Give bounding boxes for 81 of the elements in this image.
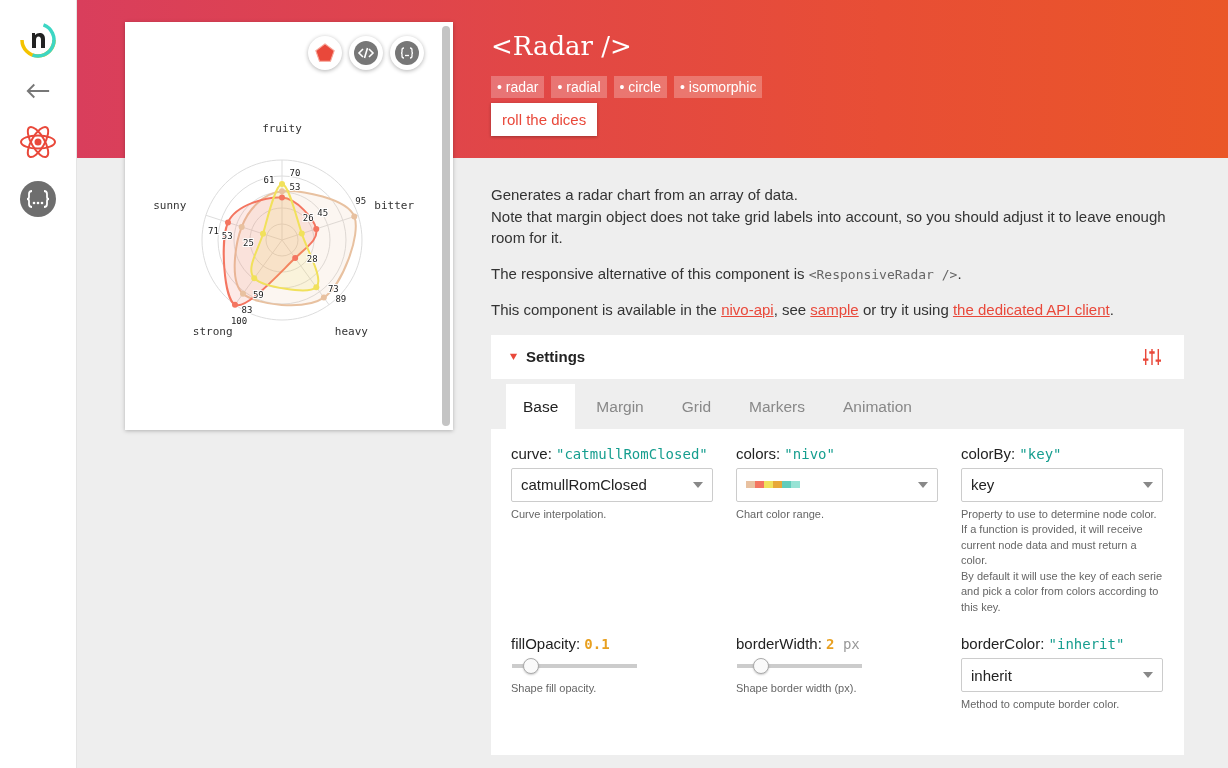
braces-button[interactable] — [390, 36, 424, 70]
dropdown-caret-icon — [1143, 481, 1153, 488]
axis-label: sunny — [153, 199, 187, 213]
axis-label: bitter — [374, 199, 415, 213]
value-label: 95 — [355, 195, 367, 206]
radar-dot — [251, 275, 258, 282]
pentagon-button[interactable] — [308, 36, 342, 70]
radar-dot — [232, 301, 238, 308]
select-field[interactable]: catmullRomClosed — [511, 467, 713, 502]
code-icon — [354, 41, 378, 65]
pentagon-icon — [314, 42, 336, 64]
link[interactable]: nivo-api — [721, 301, 774, 318]
tag[interactable]: • radar — [491, 76, 545, 98]
help-text: Property to use to determine node color. — [961, 506, 1158, 522]
settings-title: Settings — [526, 348, 587, 365]
dropdown-caret-icon — [918, 481, 928, 488]
dropdown-caret-icon — [693, 481, 703, 488]
code-button[interactable] — [349, 36, 383, 70]
page-title: <Radar /> — [491, 30, 633, 63]
help-text: Shape border width (px). — [736, 681, 858, 696]
tag[interactable]: • radial — [551, 76, 607, 98]
value-label: 100 — [230, 316, 248, 327]
link[interactable]: the dedicated API client — [952, 301, 1110, 318]
color-select-field[interactable] — [736, 467, 938, 502]
help-text: Chart color range. — [736, 506, 826, 522]
braces-icon[interactable] — [18, 179, 58, 219]
help-text: By default it will use the key of each serie and pick a color from colors according to this key. — [961, 568, 1163, 615]
control-label: colors: "nivo" — [736, 444, 836, 462]
scrollbar[interactable] — [442, 26, 450, 426]
value-label: 53 — [289, 181, 301, 192]
description-text: The responsive alternative of this component is <ResponsiveRadar />. — [491, 263, 963, 284]
value-label: 70 — [289, 168, 301, 178]
tab[interactable]: Grid — [664, 383, 729, 429]
tab[interactable]: Base — [506, 383, 576, 429]
control-label: borderColor: "inherit" — [961, 635, 1126, 652]
control-label: borderWidth: 2 px — [736, 635, 861, 652]
value-label: 83 — [241, 305, 253, 316]
radar-dot — [351, 213, 358, 220]
description-text: This component is available in the nivo-api, see sample or try it using the dedicated API client. — [491, 300, 1115, 320]
description-text: Generates a radar chart from an array of data. Note that margin object does not take grid labels into account, so you should adjust it to leave enough room for it. — [491, 185, 1167, 248]
radar-dot — [260, 230, 266, 237]
value-label: 89 — [335, 293, 347, 304]
axis-label: heavy — [334, 324, 368, 338]
tab[interactable]: Margin — [579, 383, 661, 429]
value-label: 25 — [243, 237, 254, 248]
radar-dot — [298, 230, 305, 237]
radar-dot — [313, 284, 320, 291]
sliders-icon[interactable] — [1142, 347, 1162, 366]
braces-icon — [395, 41, 419, 65]
select-field[interactable]: inherit — [961, 658, 1163, 692]
value-label: 61 — [263, 175, 275, 186]
slider-thumb[interactable] — [522, 658, 539, 674]
value-label: 71 — [208, 226, 219, 237]
select-field[interactable]: key — [961, 467, 1163, 502]
slider-thumb[interactable] — [753, 658, 770, 674]
radar-dot — [225, 219, 231, 226]
dropdown-caret-icon — [1143, 672, 1153, 678]
caret-icon[interactable] — [509, 352, 518, 361]
help-text: If a function is provided, it will receive current node data and must return a color. — [961, 522, 1144, 568]
radar-dot — [320, 294, 327, 301]
axis-label: fruity — [262, 122, 302, 135]
radar-dot — [238, 223, 245, 230]
value-label: 73 — [327, 283, 339, 294]
control-label: colorBy: "key" — [961, 444, 1063, 462]
tag[interactable]: • circle — [613, 76, 667, 98]
value-label: 45 — [317, 208, 329, 219]
help-text: Shape fill opacity. — [511, 681, 598, 696]
tab[interactable]: Animation — [826, 383, 929, 429]
radar-dot — [239, 290, 246, 297]
radar-dot — [313, 225, 320, 232]
help-text: Method to compute border color. — [961, 697, 1121, 712]
control-label: fillOpacity: 0.1 — [511, 635, 611, 652]
roll-button[interactable]: roll the dices — [491, 103, 598, 136]
back-arrow-icon[interactable] — [25, 81, 51, 101]
axis-label: strong — [192, 324, 233, 338]
help-text: Curve interpolation. — [511, 506, 608, 522]
radar-dot — [292, 255, 299, 262]
control-label: curve: "catmullRomClosed" — [511, 444, 709, 462]
tab[interactable]: Markers — [732, 383, 822, 429]
link[interactable]: sample — [810, 301, 859, 318]
tag[interactable]: • isomorphic — [674, 76, 763, 98]
